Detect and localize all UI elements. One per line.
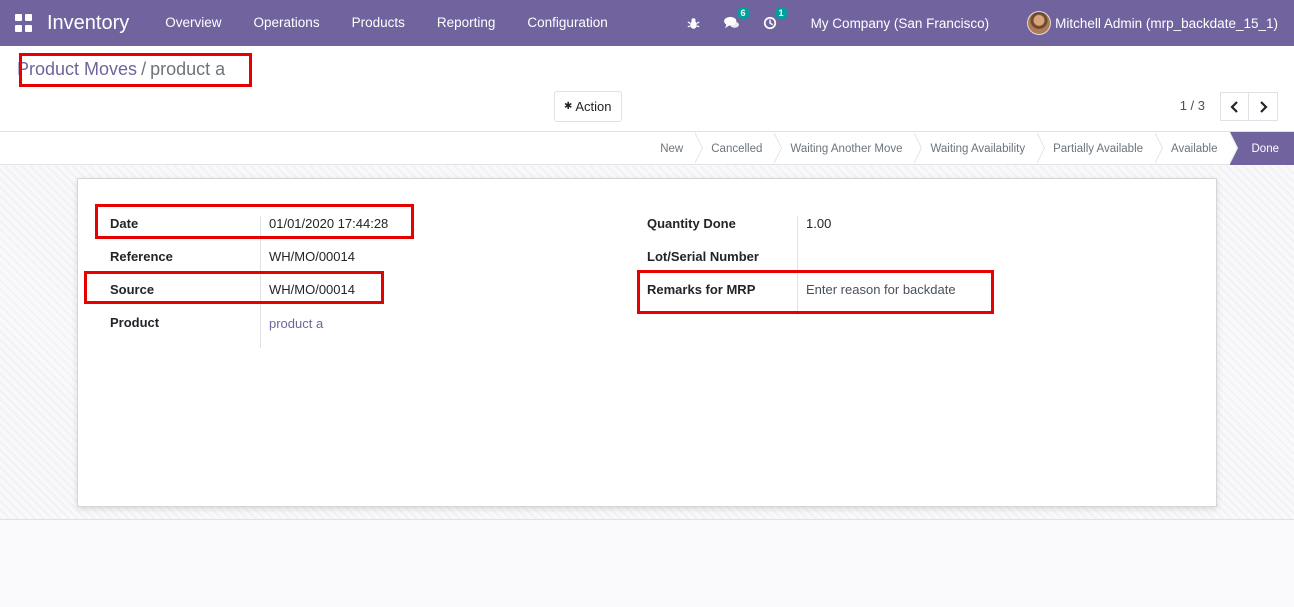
date-value[interactable]: 01/01/2020 17:44:28 [260,216,388,249]
pager-buttons [1220,92,1278,121]
menu-reporting[interactable]: Reporting [421,0,512,46]
company-switcher[interactable]: My Company (San Francisco) [811,16,990,31]
menu-products[interactable]: Products [336,0,421,46]
field-remarks-mrp: Remarks for MRP Enter reason for backdat… [647,282,956,315]
field-product: Product product a [110,315,323,348]
lot-serial-label: Lot/Serial Number [647,249,759,264]
pager-previous-button[interactable] [1220,92,1249,121]
product-link[interactable]: product a [260,315,323,348]
systray: 6 1 My Company (San Francisco) Mitchell … [675,0,1294,46]
action-button[interactable]: ✱ Action [554,91,622,122]
stage-partially-available[interactable]: Partially Available [1037,132,1163,165]
source-label: Source [110,282,155,297]
breadcrumb-current: product a [150,59,226,79]
top-navbar: Inventory Overview Operations Products R… [0,0,1294,46]
messages-icon[interactable]: 6 [723,7,750,32]
source-value[interactable]: WH/MO/00014 [260,282,355,315]
control-panel: Product Moves / product a ✱ Action 1 / 3 [0,46,1294,131]
breadcrumb: Product Moves / product a [17,59,225,80]
bug-icon[interactable] [685,14,703,32]
gear-icon: ✱ [564,101,573,112]
breadcrumb-separator: / [141,59,147,79]
stage-done-label: Done [1251,142,1280,155]
status-bar: New Cancelled Waiting Another Move Waiti… [0,131,1294,165]
pager-counter[interactable]: 1 / 3 [1180,98,1205,113]
field-reference: Reference WH/MO/00014 [110,249,355,282]
field-lot-serial: Lot/Serial Number [647,249,806,282]
activity-clock-icon[interactable]: 1 [761,7,788,32]
date-label: Date [110,216,139,231]
field-date: Date 01/01/2020 17:44:28 [110,216,388,249]
stage-cancelled[interactable]: Cancelled [695,132,783,165]
user-name: Mitchell Admin (mrp_backdate_15_1) [1055,15,1278,31]
apps-grid-icon[interactable] [15,14,33,32]
form-sheet: Date 01/01/2020 17:44:28 Reference WH/MO… [77,178,1217,507]
stage-list: New Cancelled Waiting Another Move Waiti… [644,132,1294,165]
activity-badge: 1 [774,7,788,19]
quantity-done-value[interactable]: 1.00 [797,216,831,249]
messages-badge: 6 [736,7,750,19]
reference-label: Reference [110,249,173,264]
stage-waiting-another-move[interactable]: Waiting Another Move [774,132,923,165]
menu-operations[interactable]: Operations [238,0,336,46]
stage-done[interactable]: Done [1229,132,1294,165]
reference-value[interactable]: WH/MO/00014 [260,249,355,282]
menu-configuration[interactable]: Configuration [511,0,623,46]
stage-available[interactable]: Available [1155,132,1239,165]
product-label: Product [110,315,160,330]
quantity-done-label: Quantity Done [647,216,736,231]
app-title[interactable]: Inventory [47,12,129,35]
chevron-right-icon [1260,100,1268,113]
main-menu: Overview Operations Products Reporting C… [149,0,623,46]
breadcrumb-product-moves[interactable]: Product Moves [17,59,137,79]
chevron-left-icon [1229,100,1238,113]
lot-serial-value[interactable] [797,249,806,282]
user-menu[interactable]: Mitchell Admin (mrp_backdate_15_1) [1027,11,1278,35]
action-label: Action [575,99,612,114]
field-quantity-done: Quantity Done 1.00 [647,216,831,249]
stage-waiting-availability[interactable]: Waiting Availability [914,132,1045,165]
stage-new[interactable]: New [644,132,704,165]
remarks-mrp-label: Remarks for MRP [647,282,756,297]
remarks-mrp-input[interactable]: Enter reason for backdate [797,282,956,315]
field-source: Source WH/MO/00014 [110,282,355,315]
menu-overview[interactable]: Overview [149,0,237,46]
avatar [1027,11,1052,35]
pager-next-button[interactable] [1249,92,1278,121]
